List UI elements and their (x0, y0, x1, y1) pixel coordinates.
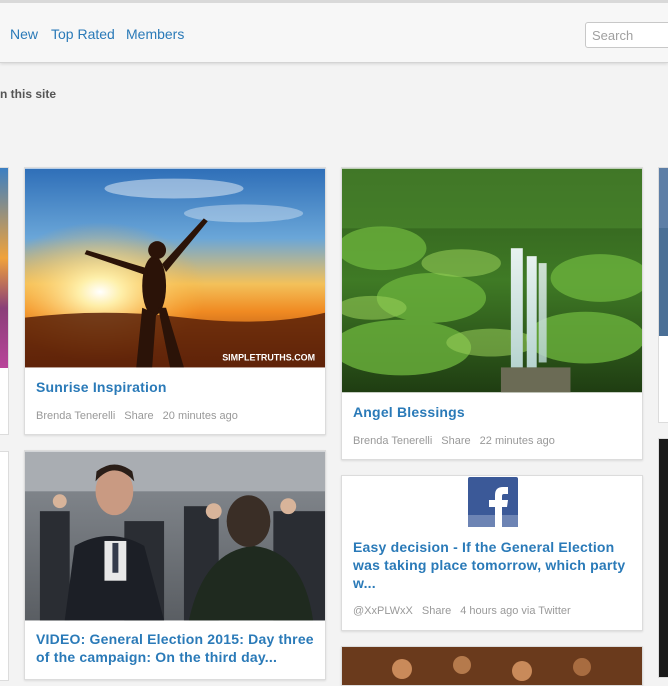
partial-image (342, 647, 642, 685)
post-time: 20 minutes ago (162, 410, 238, 422)
image-caption: SIMPLETRUTHS.COM (222, 352, 315, 362)
post-image-sunrise: SIMPLETRUTHS.COM (25, 168, 325, 368)
page-subtitle: n this site (0, 87, 57, 101)
partial-card-right-bottom[interactable] (658, 438, 668, 678)
post-author[interactable]: @XxPLWxX (353, 605, 413, 617)
partial-image (659, 168, 668, 336)
post-time: 4 hours ago via Twitter (460, 605, 571, 617)
partial-card-left-bottom[interactable] (0, 451, 9, 681)
partial-card-right-top[interactable] (658, 167, 668, 423)
nav-new[interactable]: New (10, 26, 38, 42)
post-meta: Brenda Tenerelli Share 22 minutes ago (353, 435, 564, 447)
post-meta: Brenda Tenerelli Share 20 minutes ago (36, 410, 247, 422)
post-card-angel-blessings[interactable]: Angel Blessings Brenda Tenerelli Share 22 … (341, 167, 643, 460)
post-author[interactable]: Brenda Tenerelli (353, 435, 432, 447)
post-meta: @XxPLWxX Share 4 hours ago via Twitter (353, 605, 580, 617)
post-card-sunrise-inspiration[interactable]: SIMPLETRUTHS.COM Sunrise Inspiration Bre… (24, 167, 326, 435)
post-title[interactable]: Sunrise Inspiration (36, 378, 315, 396)
search-input[interactable] (585, 22, 668, 48)
post-image-waterfall (342, 168, 642, 393)
post-title[interactable]: VIDEO: General Election 2015: Day three … (36, 630, 315, 666)
post-author[interactable]: Brenda Tenerelli (36, 410, 115, 422)
partial-image (0, 168, 8, 368)
post-title[interactable]: Angel Blessings (353, 403, 632, 421)
partial-card-left-top[interactable] (0, 167, 9, 435)
share-link[interactable]: Share (124, 410, 153, 422)
nav-top-rated[interactable]: Top Rated (51, 26, 115, 42)
partial-card-bottom[interactable] (341, 646, 643, 686)
top-navigation-bar: New Top Rated Members (0, 0, 668, 63)
nav-members[interactable]: Members (126, 26, 184, 42)
post-card-video-general-election[interactable]: VIDEO: General Election 2015: Day three … (24, 450, 326, 680)
post-image-politician (25, 451, 325, 621)
share-link[interactable]: Share (441, 435, 470, 447)
share-link[interactable]: Share (422, 605, 451, 617)
facebook-icon (468, 477, 518, 527)
post-card-easy-decision[interactable]: Easy decision - If the General Election … (341, 475, 643, 631)
post-title[interactable]: Easy decision - If the General Election … (353, 538, 632, 592)
post-time: 22 minutes ago (479, 435, 555, 447)
